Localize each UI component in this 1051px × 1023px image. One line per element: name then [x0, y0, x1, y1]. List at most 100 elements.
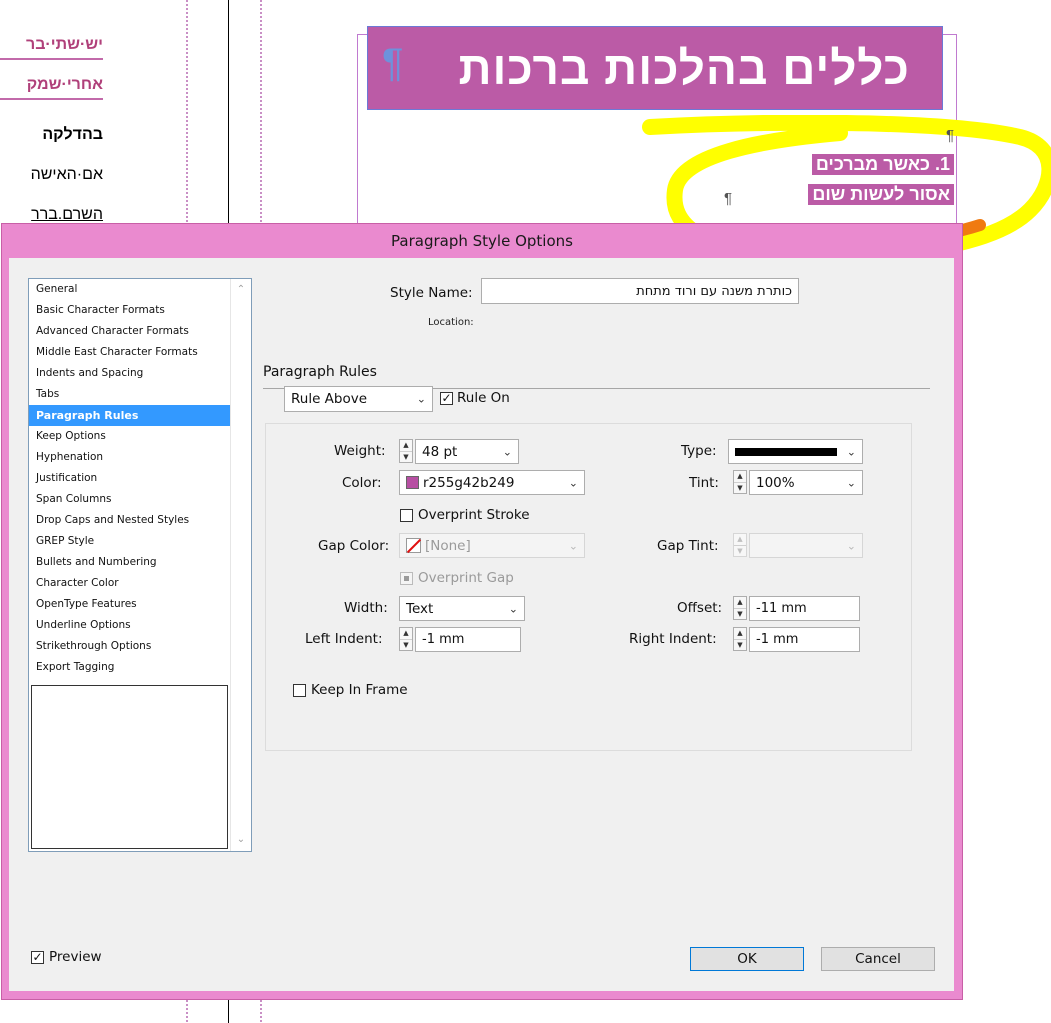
offset-label: Offset: — [677, 600, 723, 616]
overprint-gap-label: Overprint Gap — [418, 570, 514, 586]
color-dropdown[interactable]: r255g42b249 ⌄ — [399, 470, 585, 495]
list-item-line: אסור לעשות שום — [808, 184, 954, 205]
category-item-export-tagging[interactable]: Export Tagging — [29, 657, 251, 678]
gap-color-label: Gap Color: — [318, 538, 390, 554]
category-item-keep-options[interactable]: Keep Options — [29, 426, 251, 447]
list-item-line: 1. כאשר מברכים — [811, 154, 954, 175]
page-heading: כללים בהלכות ברכות — [458, 42, 910, 94]
chevron-down-icon: ⌄ — [568, 476, 578, 489]
gap-color-dropdown[interactable]: [None] ⌄ — [399, 533, 585, 558]
pilcrow-mark: ¶ — [946, 127, 955, 144]
category-item-span-columns[interactable]: Span Columns — [29, 489, 251, 510]
overprint-gap-checkbox[interactable] — [400, 572, 413, 585]
chevron-up-icon[interactable]: ⌃ — [231, 281, 251, 299]
chevron-down-icon[interactable]: ▼ — [400, 452, 412, 463]
category-item-indents-and-spacing[interactable]: Indents and Spacing — [29, 363, 251, 384]
chevron-down-icon[interactable]: ▼ — [734, 483, 746, 494]
chevron-down-icon[interactable]: ▼ — [734, 546, 746, 557]
stroke-type-dropdown[interactable]: ⌄ — [728, 439, 863, 464]
chevron-up-icon[interactable]: ▲ — [734, 534, 746, 546]
style-name-label: Style Name: — [390, 285, 473, 301]
chevron-down-icon: ⌄ — [416, 392, 426, 406]
ok-button[interactable]: OK — [690, 947, 804, 971]
rule-on-label: Rule On — [457, 390, 510, 406]
category-list-scrollbar[interactable]: ⌃ ⌄ — [230, 279, 251, 851]
width-label: Width: — [344, 600, 388, 616]
pilcrow-mark: ¶ — [724, 190, 733, 207]
preview-label: Preview — [49, 949, 102, 965]
chevron-up-icon[interactable]: ▲ — [400, 440, 412, 452]
paragraph-style-options-dialog: Paragraph Style Options General Basic Ch… — [1, 223, 963, 1000]
left-column-text: יש·שתי·בר אחרי·שמק בהדלקה אם·האישה השרם.… — [0, 0, 103, 240]
section-title: Paragraph Rules — [263, 364, 377, 380]
chevron-up-icon[interactable]: ▲ — [734, 471, 746, 483]
rule-line — [0, 58, 103, 60]
category-item-grep-style[interactable]: GREP Style — [29, 531, 251, 552]
overprint-stroke-checkbox[interactable] — [400, 509, 413, 522]
category-item-strikethrough-options[interactable]: Strikethrough Options — [29, 636, 251, 657]
tint-dropdown[interactable]: 100% ⌄ — [749, 470, 863, 495]
category-item-opentype-features[interactable]: OpenType Features — [29, 594, 251, 615]
cancel-button[interactable]: Cancel — [821, 947, 935, 971]
color-swatch-icon — [406, 476, 419, 489]
weight-stepper[interactable]: ▲ ▼ — [399, 439, 413, 463]
rule-type-dropdown[interactable]: Rule Above ⌄ — [284, 386, 433, 412]
rule-on-checkbox[interactable]: ✓ — [440, 392, 453, 405]
left-text-fragment: השרם.ברר — [31, 206, 103, 223]
chevron-down-icon: ⌄ — [846, 445, 856, 458]
weight-value: 48 pt — [422, 443, 458, 460]
keep-in-frame-label: Keep In Frame — [311, 682, 408, 698]
category-item-bullets-and-numbering[interactable]: Bullets and Numbering — [29, 552, 251, 573]
offset-stepper[interactable]: ▲ ▼ — [733, 596, 747, 620]
chevron-down-icon: ⌄ — [846, 539, 856, 552]
right-indent-input[interactable]: -1 mm — [749, 627, 860, 652]
category-item-basic-character-formats[interactable]: Basic Character Formats — [29, 300, 251, 321]
offset-input[interactable]: -11 mm — [749, 596, 860, 621]
left-indent-input[interactable]: -1 mm — [415, 627, 521, 652]
left-text-fragment: יש·שתי·בר — [25, 36, 103, 53]
category-item-tabs[interactable]: Tabs — [29, 384, 251, 405]
category-item-drop-caps-and-nested-styles[interactable]: Drop Caps and Nested Styles — [29, 510, 251, 531]
left-indent-label: Left Indent: — [305, 631, 383, 647]
chevron-down-icon[interactable]: ⌄ — [231, 831, 251, 849]
category-item-general[interactable]: General — [29, 279, 251, 300]
weight-dropdown[interactable]: 48 pt ⌄ — [415, 439, 519, 464]
gap-tint-dropdown[interactable]: ⌄ — [749, 533, 863, 558]
dialog-title[interactable]: Paragraph Style Options — [2, 224, 962, 258]
keep-in-frame-checkbox[interactable] — [293, 684, 306, 697]
category-list[interactable]: General Basic Character Formats Advanced… — [28, 278, 252, 852]
preview-checkbox[interactable]: ✓ — [31, 951, 44, 964]
gap-tint-stepper[interactable]: ▲ ▼ — [733, 533, 747, 557]
category-item-underline-options[interactable]: Underline Options — [29, 615, 251, 636]
left-indent-stepper[interactable]: ▲ ▼ — [399, 627, 413, 651]
category-item-justification[interactable]: Justification — [29, 468, 251, 489]
chevron-up-icon[interactable]: ▲ — [734, 628, 746, 640]
category-item-paragraph-rules[interactable]: Paragraph Rules — [29, 405, 251, 426]
rule-type-value: Rule Above — [291, 391, 368, 407]
type-label: Type: — [681, 443, 717, 459]
width-dropdown[interactable]: Text ⌄ — [399, 596, 525, 621]
gap-color-value: [None] — [425, 537, 471, 554]
chevron-up-icon[interactable]: ▲ — [734, 597, 746, 609]
category-item-advanced-character-formats[interactable]: Advanced Character Formats — [29, 321, 251, 342]
style-name-input[interactable]: כותרת משנה עם ורוד מתחת — [481, 278, 799, 304]
right-indent-stepper[interactable]: ▲ ▼ — [733, 627, 747, 651]
chevron-down-icon[interactable]: ▼ — [734, 609, 746, 620]
category-item-character-color[interactable]: Character Color — [29, 573, 251, 594]
chevron-down-icon[interactable]: ▼ — [734, 640, 746, 651]
tint-value: 100% — [756, 474, 795, 491]
width-value: Text — [406, 600, 434, 617]
none-swatch-icon — [406, 538, 421, 553]
chevron-down-icon: ⌄ — [502, 445, 512, 458]
color-value: r255g42b249 — [423, 474, 515, 491]
left-text-fragment: אם·האישה — [30, 166, 103, 183]
solid-stroke-icon — [735, 447, 837, 456]
heading-frame[interactable]: ¶ כללים בהלכות ברכות — [367, 26, 943, 110]
chevron-up-icon[interactable]: ▲ — [400, 628, 412, 640]
category-item-middle-east-character-formats[interactable]: Middle East Character Formats — [29, 342, 251, 363]
color-label: Color: — [342, 475, 382, 491]
tint-stepper[interactable]: ▲ ▼ — [733, 470, 747, 494]
category-item-hyphenation[interactable]: Hyphenation — [29, 447, 251, 468]
chevron-down-icon: ⌄ — [508, 602, 518, 615]
chevron-down-icon[interactable]: ▼ — [400, 640, 412, 651]
